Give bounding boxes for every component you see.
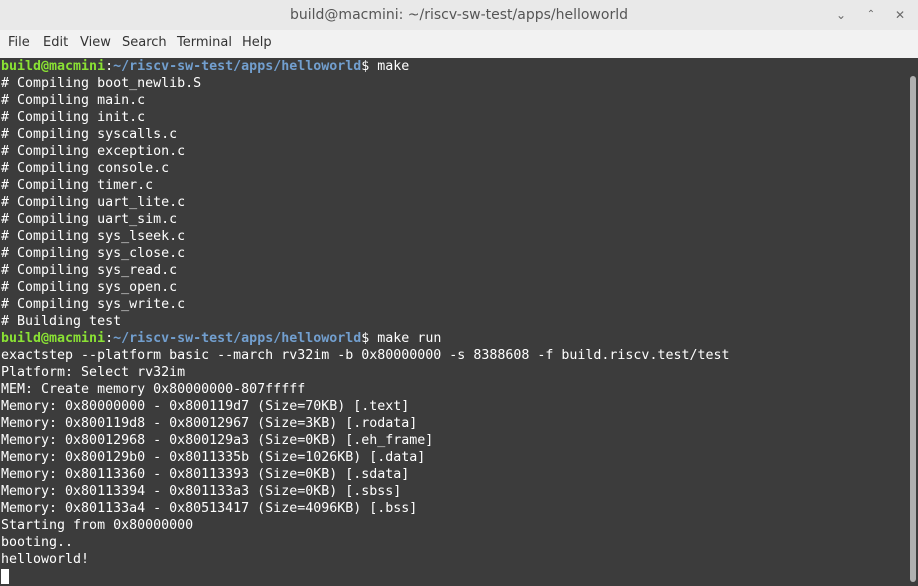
output-line: # Compiling syscalls.c <box>1 127 178 142</box>
terminal-window: build@macmini: ~/riscv-sw-test/apps/hell… <box>0 0 918 586</box>
output-line: # Compiling sys_read.c <box>1 263 178 278</box>
output-line: # Compiling sys_write.c <box>1 297 186 312</box>
output-line: Memory: 0x800129b0 - 0x8011335b (Size=10… <box>1 450 426 465</box>
prompt-user-host: build@macmini <box>1 59 106 74</box>
output-line: # Compiling exception.c <box>1 144 186 159</box>
menu-edit[interactable]: Edit <box>43 30 68 58</box>
output-line: # Compiling sys_open.c <box>1 280 178 295</box>
output-line: Starting from 0x80000000 <box>1 518 194 533</box>
output-line: Memory: 0x80113360 - 0x80113393 (Size=0K… <box>1 467 410 482</box>
prompt-path: ~/riscv-sw-test/apps/helloworld <box>113 59 362 74</box>
output-line: Memory: 0x801133a4 - 0x80513417 (Size=40… <box>1 501 418 516</box>
output-line: Platform: Select rv32im <box>1 365 186 380</box>
cursor <box>1 568 9 584</box>
output-line: MEM: Create memory 0x80000000-807fffff <box>1 382 306 397</box>
output-line: # Compiling sys_lseek.c <box>1 229 186 244</box>
output-line: # Compiling init.c <box>1 110 146 125</box>
prompt-user-host: build@macmini <box>1 331 106 346</box>
output-line: # Compiling sys_close.c <box>1 246 186 261</box>
menu-file[interactable]: File <box>8 30 30 58</box>
menu-view[interactable]: View <box>80 30 111 58</box>
output-line: # Compiling console.c <box>1 161 170 176</box>
output-line: helloworld! <box>1 552 90 567</box>
maximize-icon[interactable]: ⌃ <box>862 6 880 24</box>
output-line: # Compiling uart_lite.c <box>1 195 186 210</box>
output-line: exactstep --platform basic --march rv32i… <box>1 348 730 363</box>
output-line: # Compiling timer.c <box>1 178 154 193</box>
menu-help[interactable]: Help <box>242 30 272 58</box>
prompt-command: make run <box>369 331 442 346</box>
menu-terminal[interactable]: Terminal <box>177 30 232 58</box>
output-line: # Compiling boot_newlib.S <box>1 76 202 91</box>
minimize-icon[interactable]: ⌄ <box>832 6 850 24</box>
prompt-line: build@macmini:~/riscv-sw-test/apps/hello… <box>1 330 730 347</box>
output-line: Memory: 0x80012968 - 0x800129a3 (Size=0K… <box>1 433 434 448</box>
menu-bar: File Edit View Search Terminal Help <box>0 30 918 59</box>
cursor-line <box>1 568 730 585</box>
menu-search[interactable]: Search <box>122 30 167 58</box>
output-line: # Building test <box>1 314 122 329</box>
prompt-command: make <box>369 59 410 74</box>
title-bar[interactable]: build@macmini: ~/riscv-sw-test/apps/hell… <box>0 0 918 31</box>
output-line: Memory: 0x800119d8 - 0x80012967 (Size=3K… <box>1 416 418 431</box>
output-line: booting.. <box>1 535 74 550</box>
output-line: # Compiling uart_sim.c <box>1 212 178 227</box>
output-line: Memory: 0x80000000 - 0x800119d7 (Size=70… <box>1 399 410 414</box>
scrollbar-thumb[interactable] <box>910 76 916 582</box>
output-line: # Compiling main.c <box>1 93 146 108</box>
scrollbar[interactable] <box>906 58 918 586</box>
prompt-line: build@macmini:~/riscv-sw-test/apps/hello… <box>1 58 730 75</box>
prompt-path: ~/riscv-sw-test/apps/helloworld <box>113 331 362 346</box>
prompt-separator: : <box>105 59 114 74</box>
prompt-separator: : <box>105 331 114 346</box>
terminal-output-area[interactable]: build@macmini:~/riscv-sw-test/apps/hello… <box>0 58 906 586</box>
output-line: Memory: 0x80113394 - 0x801133a3 (Size=0K… <box>1 484 402 499</box>
close-icon[interactable]: ✕ <box>891 6 909 24</box>
terminal-lines: build@macmini:~/riscv-sw-test/apps/hello… <box>1 58 730 585</box>
window-title: build@macmini: ~/riscv-sw-test/apps/hell… <box>290 7 628 23</box>
